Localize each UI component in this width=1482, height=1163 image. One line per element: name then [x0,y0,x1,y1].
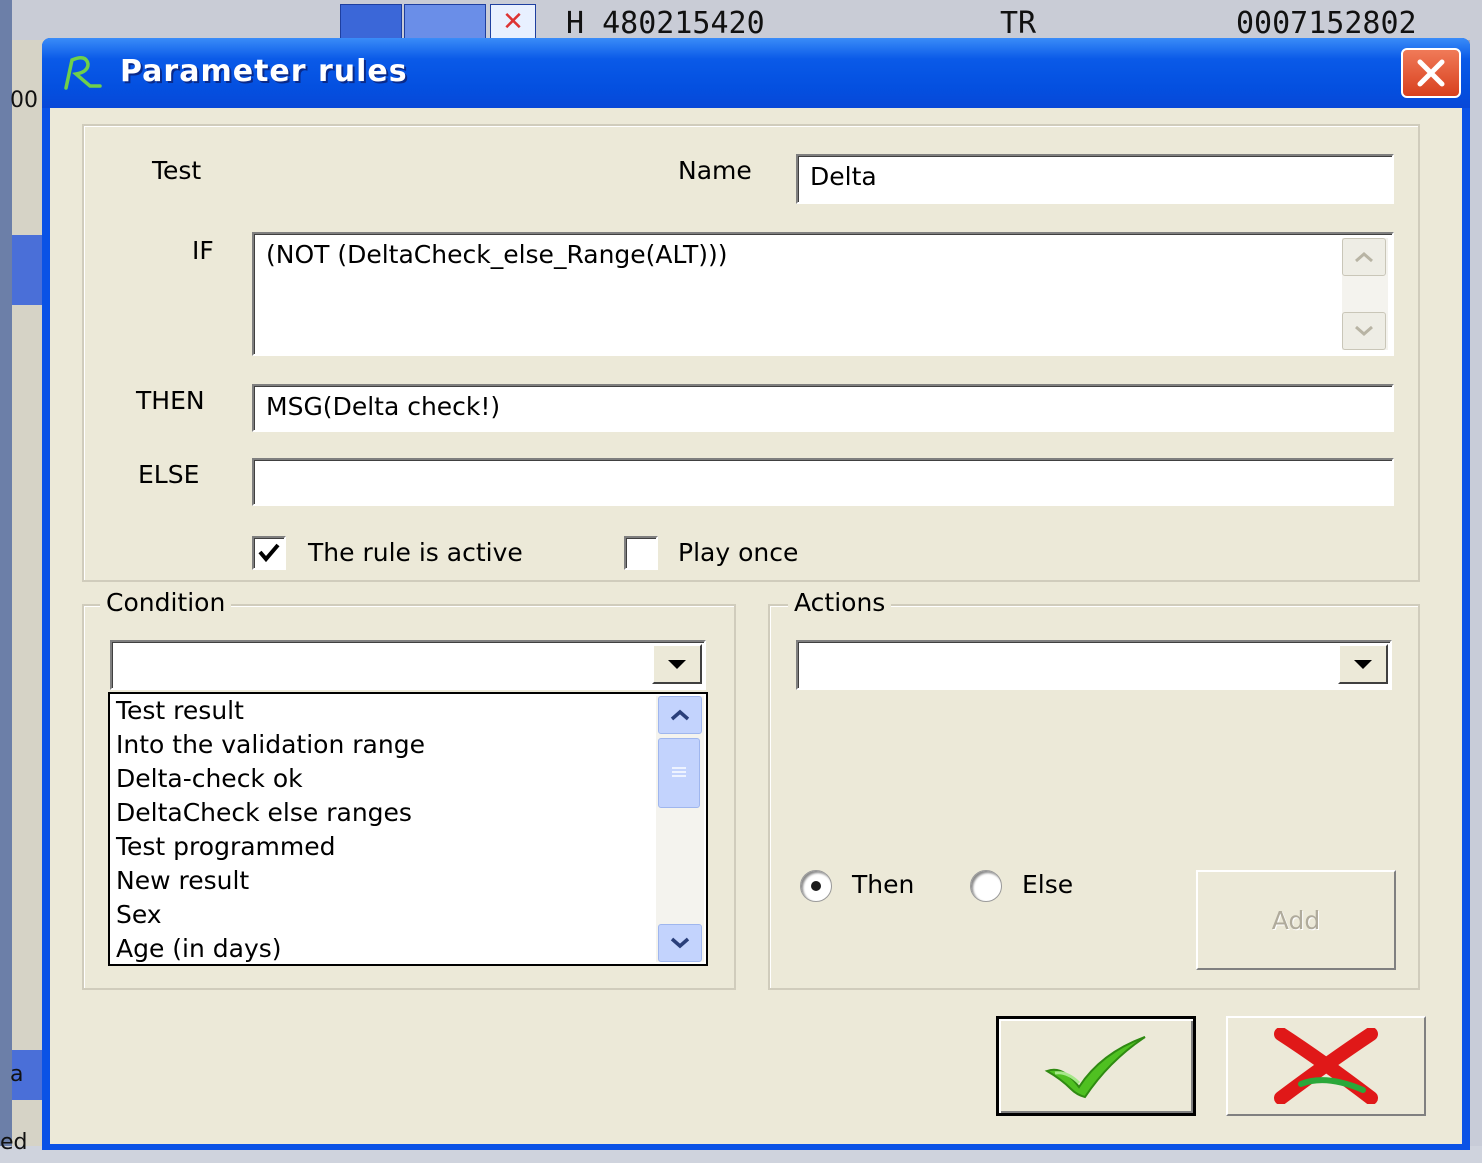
condition-list-item[interactable]: New result [116,864,656,898]
list-scroll-thumb[interactable] [658,738,700,808]
actions-legend: Actions [788,588,892,617]
test-label: Test [152,156,202,185]
play-once-label[interactable]: Play once [678,538,798,567]
condition-list-scrollbar[interactable] [656,696,704,962]
condition-list-item[interactable]: Test result [116,694,656,728]
background-minimize-button[interactable] [340,4,402,40]
background-fragment-top: 00 [10,88,38,113]
else-input[interactable] [252,458,1394,506]
then-label: THEN [136,386,205,415]
dropdown-arrow-icon [1354,660,1372,669]
dropdown-arrow-icon [668,660,686,669]
background-left-strip [0,0,12,1163]
background-right-strip [1470,40,1482,1150]
condition-list-item[interactable]: DeltaCheck else ranges [116,796,656,830]
rule-active-label[interactable]: The rule is active [308,538,523,567]
close-button[interactable] [1401,48,1461,98]
actions-combobox[interactable] [796,640,1392,690]
chevron-down-icon [1355,325,1373,336]
then-input[interactable]: MSG(Delta check!) [252,384,1394,432]
grip-icon [672,767,686,777]
title-bar[interactable]: Parameter rules [42,38,1470,108]
then-radio-label[interactable]: Then [852,870,914,899]
name-label: Name [678,156,752,185]
else-radio[interactable] [970,870,1002,902]
ok-button[interactable] [996,1016,1196,1116]
list-scroll-down-button[interactable] [658,924,702,962]
if-expression-text: (NOT (DeltaCheck_else_Range(ALT))) [266,240,728,269]
condition-listbox[interactable]: Test result Into the validation range De… [108,692,708,966]
cancel-button[interactable] [1226,1016,1426,1116]
checkmark-icon [1044,1036,1146,1099]
actions-combo-dropdown-button[interactable] [1338,644,1388,684]
chevron-up-icon [1355,252,1373,263]
background-fragment-ed: ed [0,1130,28,1155]
condition-list-item[interactable]: Sex [116,898,656,932]
else-label: ELSE [138,460,200,489]
background-record-id: H 480215420 [566,6,765,41]
add-button[interactable]: Add [1196,870,1396,970]
condition-combobox[interactable] [110,640,706,690]
else-radio-label[interactable]: Else [1022,870,1073,899]
condition-list-item[interactable]: Test programmed [116,830,656,864]
checkmark-icon [258,543,280,563]
window-title: Parameter rules [120,54,408,89]
background-close-icon[interactable]: ✕ [490,4,536,40]
if-scroll-up-button[interactable] [1342,238,1386,276]
cross-icon [1274,1028,1378,1104]
chevron-up-icon [670,709,690,721]
if-scrollbar[interactable] [1342,238,1388,350]
parameter-rules-dialog: Parameter rules Test Name Delta IF (NOT … [42,38,1470,1150]
background-tr-value: 0007152802 [1236,6,1417,41]
if-label: IF [192,236,214,265]
background-maximize-button[interactable] [404,4,486,40]
dialog-client-area: Test Name Delta IF (NOT (DeltaCheck_else… [50,108,1462,1144]
chevron-down-icon [670,937,690,949]
condition-list-item[interactable]: Into the validation range [116,728,656,762]
list-scroll-up-button[interactable] [658,696,702,734]
condition-legend: Condition [100,588,232,617]
background-tr-label: TR [1000,6,1037,41]
if-scroll-down-button[interactable] [1342,312,1386,350]
background-fragment-a: a [10,1062,24,1087]
radio-selected-dot [811,881,821,891]
condition-list-items: Test result Into the validation range De… [116,694,656,966]
close-icon [1417,59,1445,87]
play-once-checkbox[interactable] [624,536,658,570]
rule-active-checkbox[interactable] [252,536,286,570]
then-radio[interactable] [800,870,832,902]
if-textarea[interactable]: (NOT (DeltaCheck_else_Range(ALT))) [252,232,1394,356]
app-logo-icon [64,56,102,90]
condition-combo-dropdown-button[interactable] [652,644,702,684]
name-input[interactable]: Delta [796,154,1394,204]
condition-list-item[interactable]: Delta-check ok [116,762,656,796]
condition-list-item[interactable]: Age (in days) [116,932,656,966]
